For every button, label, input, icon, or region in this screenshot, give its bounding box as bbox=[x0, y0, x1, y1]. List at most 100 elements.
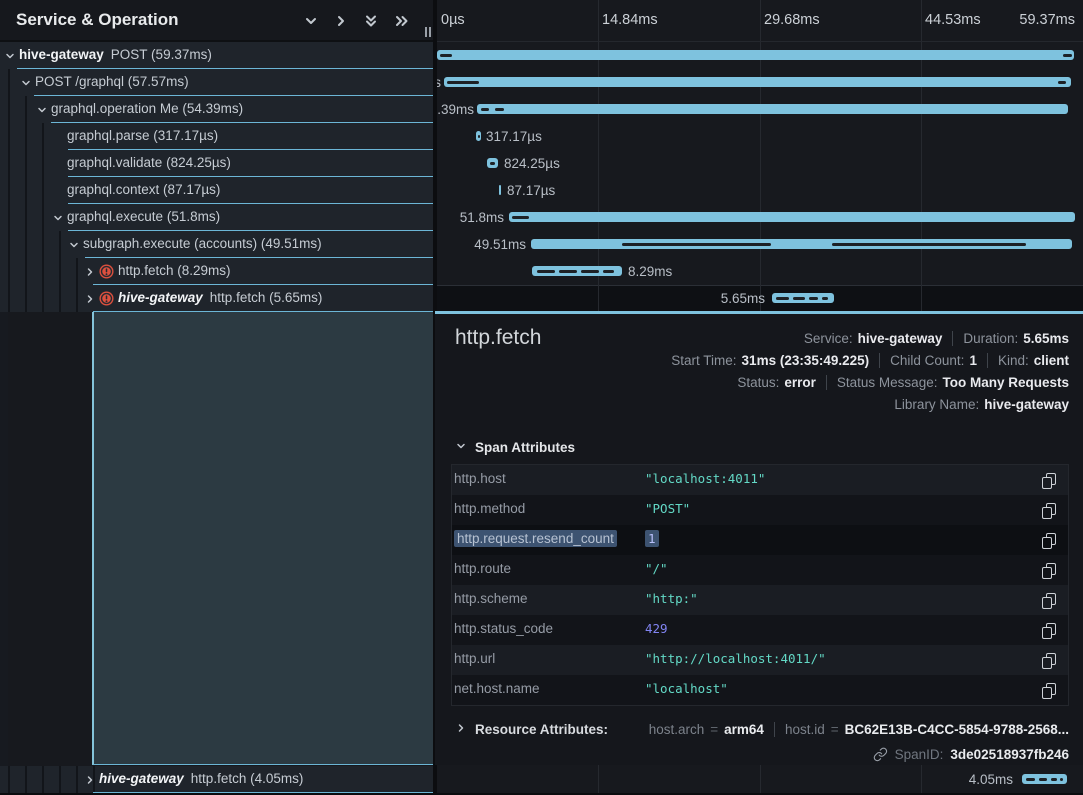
operation-name: graphql.context (87.17µs) bbox=[67, 182, 220, 197]
waterfall-row[interactable]: 8.29ms bbox=[437, 258, 1083, 285]
waterfall-row[interactable]: 87.17µs bbox=[437, 177, 1083, 204]
span-row-label: hive-gatewayhttp.fetch (4.05ms) bbox=[99, 771, 303, 786]
span-tree-row[interactable]: graphql.validate (824.25µs) bbox=[0, 150, 433, 177]
span-duration-bar[interactable] bbox=[509, 212, 1075, 222]
copy-icon[interactable] bbox=[1042, 563, 1056, 578]
attribute-value: "http://localhost:4011/" bbox=[645, 651, 826, 666]
indent-guide bbox=[25, 766, 27, 793]
span-tree-row[interactable]: hive-gatewayhttp.fetch (5.65ms) bbox=[0, 285, 433, 312]
attribute-row[interactable]: http.url"http://localhost:4011/" bbox=[452, 645, 1068, 675]
copy-icon[interactable] bbox=[1042, 473, 1056, 488]
attribute-key: http.request.resend_count bbox=[454, 531, 617, 546]
copy-icon[interactable] bbox=[1042, 653, 1056, 668]
waterfall-row[interactable]: 317.17µs bbox=[437, 123, 1083, 150]
meta-label: Service: bbox=[804, 331, 853, 346]
attribute-value: "POST" bbox=[645, 501, 690, 516]
span-duration-label: 54.39ms bbox=[437, 102, 474, 117]
child-span-marker bbox=[1063, 54, 1072, 57]
indent-guide bbox=[8, 150, 10, 177]
attribute-row[interactable]: net.host.name"localhost" bbox=[452, 675, 1068, 705]
chevron-down-icon[interactable] bbox=[4, 49, 16, 61]
chevron-down-icon[interactable] bbox=[52, 211, 64, 223]
resource-attributes-row: Resource Attributes: host.arch=arm64host… bbox=[455, 717, 1069, 741]
span-tree-row[interactable]: hive-gatewayhttp.fetch (4.05ms) bbox=[0, 766, 433, 793]
child-span-marker bbox=[622, 243, 771, 246]
ruler-tick-label: 0µs bbox=[441, 12, 465, 28]
pane-resize-grip[interactable] bbox=[425, 27, 431, 37]
attribute-row[interactable]: http.route"/" bbox=[452, 555, 1068, 585]
span-duration-label: 57.57ms bbox=[437, 75, 441, 90]
resource-value: BC62E13B-C4CC-5854-9788-2568... bbox=[845, 722, 1069, 737]
span-tree-row[interactable]: subgraph.execute (accounts) (49.51ms) bbox=[0, 231, 433, 258]
indent-guide bbox=[59, 285, 61, 312]
child-span-marker bbox=[1051, 778, 1057, 781]
span-tree-row[interactable]: http.fetch (8.29ms) bbox=[0, 258, 433, 285]
operation-name: POST /graphql (57.57ms) bbox=[35, 74, 189, 89]
span-duration-bar[interactable] bbox=[437, 50, 1074, 60]
attribute-row[interactable]: http.host"localhost:4011" bbox=[452, 465, 1068, 495]
waterfall-row[interactable]: 49.51ms bbox=[437, 231, 1083, 258]
span-tree-row[interactable]: POST /graphql (57.57ms) bbox=[0, 69, 433, 96]
operation-name: POST (59.37ms) bbox=[111, 47, 212, 62]
span-duration-bar[interactable] bbox=[444, 77, 1071, 87]
attribute-row[interactable]: http.method"POST" bbox=[452, 495, 1068, 525]
child-span-marker bbox=[793, 297, 805, 300]
waterfall-row[interactable]: 57.57ms bbox=[437, 69, 1083, 96]
span-meta-item: Status:error bbox=[737, 375, 816, 390]
ruler-tick-label: 14.84ms bbox=[602, 12, 658, 28]
service-name: hive-gateway bbox=[19, 47, 104, 62]
resource-attributes-heading[interactable]: Resource Attributes: bbox=[475, 722, 608, 737]
copy-icon[interactable] bbox=[1042, 533, 1056, 548]
copy-icon[interactable] bbox=[1042, 683, 1056, 698]
span-meta-item: Library Name:hive-gateway bbox=[894, 397, 1069, 412]
service-name: hive-gateway bbox=[118, 290, 203, 305]
indent-guide bbox=[8, 766, 10, 793]
chevron-down-icon[interactable] bbox=[20, 76, 32, 88]
chevron-right-icon[interactable] bbox=[84, 292, 96, 304]
span-attributes-toggle[interactable]: Span Attributes bbox=[455, 440, 575, 455]
span-tree-row[interactable]: graphql.parse (317.17µs) bbox=[0, 123, 433, 150]
resource-key: host.arch bbox=[649, 722, 705, 737]
chevron-down-icon[interactable] bbox=[303, 13, 319, 29]
chevron-right-icon[interactable] bbox=[84, 773, 96, 785]
waterfall-row[interactable]: 51.8ms bbox=[437, 204, 1083, 231]
span-tree-row[interactable]: graphql.operation Me (54.39ms) bbox=[0, 96, 433, 123]
waterfall-row[interactable] bbox=[437, 42, 1083, 69]
chevron-right-icon[interactable] bbox=[455, 722, 467, 737]
meta-label: Library Name: bbox=[894, 397, 979, 412]
indent-guide bbox=[25, 258, 27, 285]
span-tree-row[interactable]: hive-gateway POST (59.37ms) bbox=[0, 42, 433, 69]
waterfall-row[interactable]: 824.25µs bbox=[437, 150, 1083, 177]
chevron-down-icon[interactable] bbox=[36, 103, 48, 115]
attribute-key: http.route bbox=[454, 561, 511, 576]
span-meta-item: Status Message:Too Many Requests bbox=[837, 375, 1069, 390]
span-duration-bar[interactable] bbox=[477, 104, 1068, 114]
attribute-row[interactable]: http.status_code429 bbox=[452, 615, 1068, 645]
span-tree-pane: hive-gateway POST (59.37ms) POST /graphql … bbox=[0, 0, 433, 795]
copy-icon[interactable] bbox=[1042, 503, 1056, 518]
copy-icon[interactable] bbox=[1042, 593, 1056, 608]
waterfall-row[interactable]: 54.39ms bbox=[437, 96, 1083, 123]
child-span-marker bbox=[495, 108, 504, 111]
waterfall-row[interactable]: 5.65ms bbox=[437, 285, 1083, 312]
span-row-label: subgraph.execute (accounts) (49.51ms) bbox=[83, 236, 322, 251]
chevrons-down-icon[interactable] bbox=[363, 13, 379, 29]
child-span-marker bbox=[537, 270, 555, 273]
attribute-row[interactable]: http.scheme"http:" bbox=[452, 585, 1068, 615]
chevron-right-icon[interactable] bbox=[333, 13, 349, 29]
span-tree-row[interactable]: graphql.execute (51.8ms) bbox=[0, 204, 433, 231]
chevron-down-icon[interactable] bbox=[68, 238, 80, 250]
span-duration-bar[interactable] bbox=[499, 185, 501, 195]
link-icon[interactable] bbox=[873, 747, 888, 762]
indent-guide bbox=[76, 258, 78, 285]
waterfall-row[interactable]: 4.05ms bbox=[437, 766, 1083, 793]
meta-label: Kind: bbox=[998, 353, 1029, 368]
span-id-value: 3de02518937fb246 bbox=[950, 747, 1069, 762]
attribute-row[interactable]: http.request.resend_count1 bbox=[452, 525, 1068, 555]
copy-icon[interactable] bbox=[1042, 623, 1056, 638]
span-row-label: graphql.validate (824.25µs) bbox=[67, 155, 231, 170]
chevron-right-icon[interactable] bbox=[84, 265, 96, 277]
chevrons-right-icon[interactable] bbox=[393, 13, 409, 29]
indent-guide bbox=[8, 69, 10, 96]
span-tree-row[interactable]: graphql.context (87.17µs) bbox=[0, 177, 433, 204]
